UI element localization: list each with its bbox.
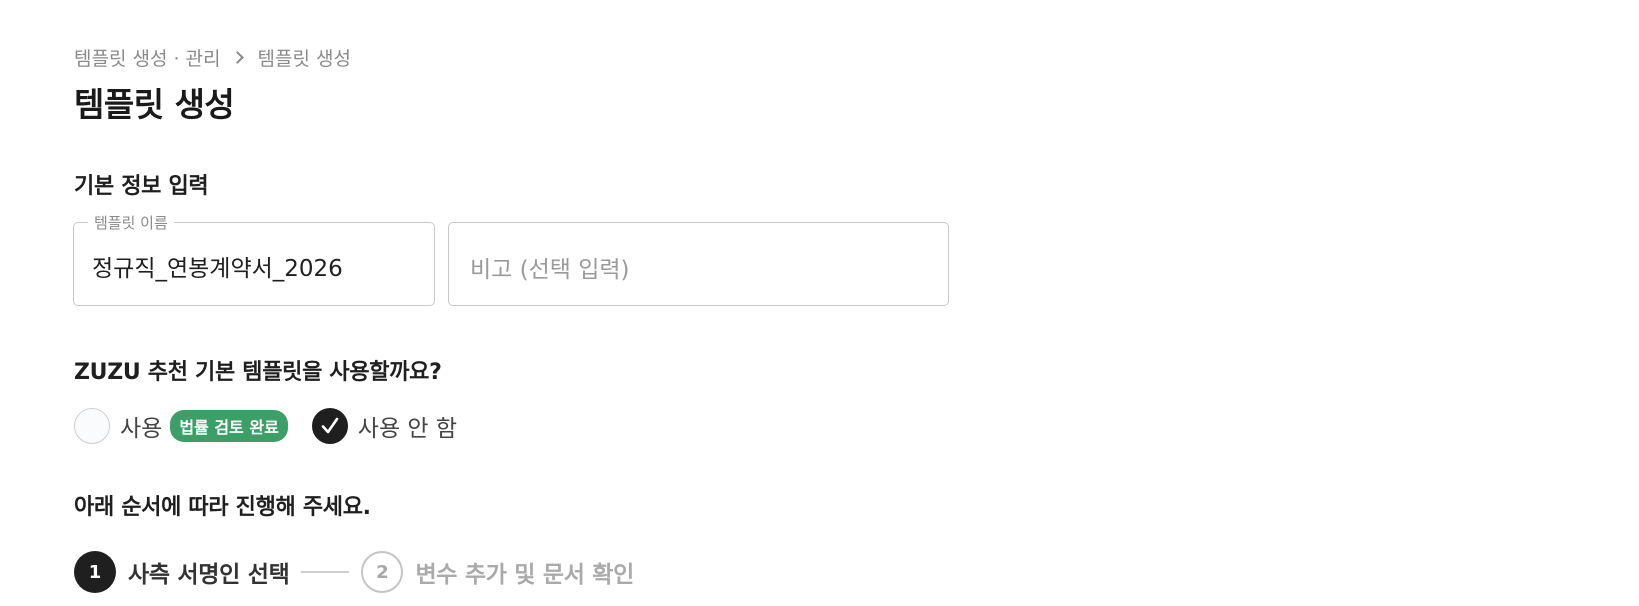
steps-instruction: 아래 순서에 따라 진행해 주세요.	[74, 495, 371, 520]
stepper: 1 사측 서명인 선택 2 변수 추가 및 문서 확인	[74, 551, 634, 593]
radio-not-use[interactable]	[311, 408, 348, 444]
step-1-number: 1	[74, 551, 116, 593]
checkmark-icon	[321, 417, 339, 434]
step-connector	[301, 571, 350, 573]
chevron-right-icon	[230, 51, 244, 64]
page-title: 템플릿 생성	[74, 85, 235, 124]
step-2-label[interactable]: 변수 추가 및 문서 확인	[415, 555, 634, 589]
basic-info-title: 기본 정보 입력	[74, 174, 209, 199]
note-placeholder[interactable]: 비고 (선택 입력)	[470, 250, 630, 284]
template-name-legend: 템플릿 이름	[88, 212, 174, 233]
radio-not-use-label[interactable]: 사용 안 함	[358, 409, 457, 443]
recommend-radio-group: 사용 법률 검토 완료 사용 안 함	[74, 406, 457, 446]
note-field[interactable]: 비고 (선택 입력)	[448, 222, 949, 306]
recommend-question: ZUZU 추천 기본 템플릿을 사용할까요?	[74, 360, 442, 385]
breadcrumb: 템플릿 생성 · 관리 템플릿 생성	[74, 44, 351, 71]
template-name-field[interactable]: 템플릿 이름 정규직_연봉계약서_2026	[73, 212, 435, 306]
step-1-label[interactable]: 사측 서명인 선택	[128, 555, 290, 589]
breadcrumb-current: 템플릿 생성	[257, 48, 351, 70]
legal-review-badge: 법률 검토 완료	[170, 410, 288, 442]
radio-use[interactable]	[74, 408, 110, 444]
step-2-number: 2	[361, 551, 404, 593]
template-create-page: 템플릿 생성 · 관리 템플릿 생성 템플릿 생성 기본 정보 입력 템플릿 이…	[0, 0, 1639, 606]
template-name-value[interactable]: 정규직_연봉계약서_2026	[92, 249, 343, 283]
breadcrumb-parent[interactable]: 템플릿 생성 · 관리	[74, 44, 221, 71]
radio-use-label[interactable]: 사용	[120, 409, 162, 443]
